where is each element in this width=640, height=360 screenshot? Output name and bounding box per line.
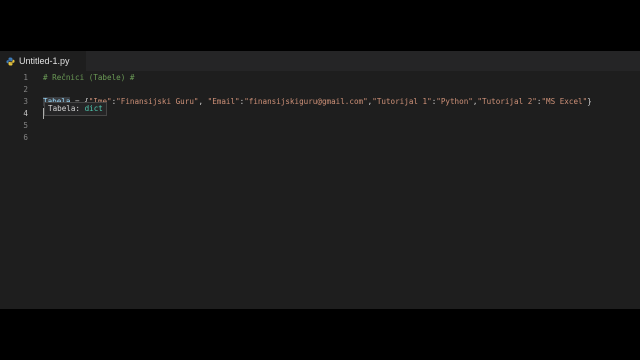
comment-text: # Rečnici (Tabele) #: [43, 73, 135, 82]
line-number: 2: [23, 85, 28, 94]
code-area[interactable]: 1 # Rečnici (Tabele) # 2 3 Tabela = {"Im…: [0, 71, 640, 309]
dict-key: "Email": [207, 97, 240, 106]
line-number: 4: [23, 109, 28, 118]
dict-value: "Python": [436, 97, 473, 106]
tab-bar: Untitled-1.py: [0, 51, 640, 71]
dict-value: "Finansijski Guru": [116, 97, 199, 106]
line-number: 1: [23, 73, 28, 82]
dict-value: "finansijskiguru@gmail.com": [244, 97, 368, 106]
code-text: Tabela = {"Ime":"Finansijski Guru", "Ema…: [43, 96, 592, 108]
close-brace: }: [587, 97, 592, 106]
tab-untitled-1[interactable]: Untitled-1.py: [0, 51, 86, 71]
editor-window: Untitled-1.py 1 # Rečnici (Tabele) # 2 3…: [0, 51, 640, 309]
dict-value: "MS Excel": [541, 97, 588, 106]
dict-key: "Tutorijal 2": [477, 97, 537, 106]
code-line-5[interactable]: 5: [0, 120, 640, 132]
code-line-2[interactable]: 2: [0, 84, 640, 96]
hover-tooltip: Tabela: dict: [44, 102, 107, 116]
line-number: 3: [23, 97, 28, 106]
separator: ,: [198, 97, 208, 106]
code-line-1[interactable]: 1 # Rečnici (Tabele) #: [0, 72, 640, 84]
dict-key: "Tutorijal 1": [372, 97, 432, 106]
python-icon: [6, 56, 15, 66]
line-number: 6: [23, 133, 28, 142]
hover-symbol-name: Tabela:: [48, 104, 85, 113]
tab-label: Untitled-1.py: [19, 56, 70, 66]
code-line-6[interactable]: 6: [0, 132, 640, 144]
hover-type: dict: [84, 104, 103, 113]
line-number: 5: [23, 121, 28, 130]
